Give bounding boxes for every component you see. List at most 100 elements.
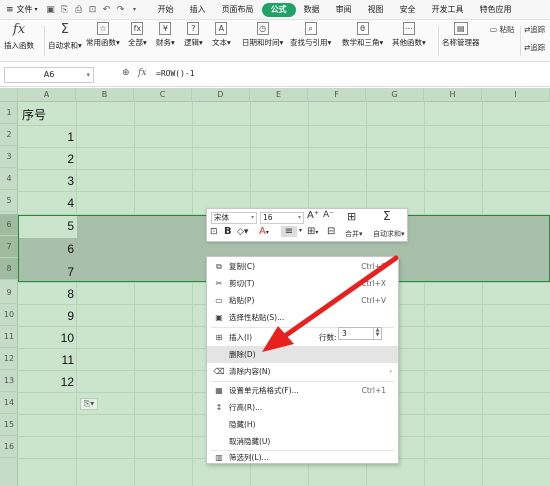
insert-rows-count-input[interactable]: 3 ▲ ▼ [338,327,382,340]
spinner-icon[interactable]: ▲ ▼ [373,328,381,339]
tab-review[interactable]: 审阅 [328,0,360,20]
row-header[interactable]: 16 [0,436,18,458]
finance-button[interactable]: ¥ 财务▾ [156,22,175,48]
merge-cells-icon[interactable]: ⊞ [347,210,356,223]
column-header-g[interactable]: G [366,88,424,102]
column-header-i[interactable]: I [482,88,550,102]
print-icon[interactable]: ⎙ [74,5,84,15]
math-button[interactable]: θ 数学和三角▾ [342,22,383,48]
row-header[interactable]: 10 [0,304,18,326]
menu-item-clear-contents[interactable]: ⌫ 清除内容(N) › [207,363,398,380]
cell-a2[interactable]: 1 [54,130,74,144]
font-family-select[interactable]: 宋体 ▾ [211,212,257,224]
column-header-h[interactable]: H [424,88,482,102]
insert-function-button[interactable]: fx 插入函数 [4,22,34,51]
row-header[interactable]: 1 [0,102,18,124]
file-menu[interactable]: ≡ 文件 ▾ [0,4,42,15]
logic-button[interactable]: ? 逻辑▾ [184,22,203,48]
tab-data[interactable]: 数据 [296,0,328,20]
tab-view[interactable]: 视图 [360,0,392,20]
format-painter-icon[interactable]: ⊡ [210,227,218,237]
row-header[interactable]: 15 [0,414,18,436]
redo-icon[interactable]: ↷ [116,5,126,15]
menu-item-row-height[interactable]: ↕ 行高(R)... [207,399,398,416]
row-header[interactable]: 9 [0,282,18,304]
fx-label[interactable]: fx [138,68,146,78]
row-header[interactable]: 6 [0,214,18,236]
print-preview-icon[interactable]: ⊡ [88,5,98,15]
lookup-button[interactable]: ⌕ 查找与引用▾ [290,22,331,48]
tab-special-apps[interactable]: 特色应用 [472,0,520,20]
tab-page-layout[interactable]: 页面布局 [214,0,262,20]
tab-home[interactable]: 开始 [150,0,182,20]
formula-input[interactable]: =ROW()-1 [156,69,195,78]
menu-item-paste-special[interactable]: ▣ 选择性粘贴(S)... [207,309,398,326]
cell-a1[interactable]: 序号 [22,106,46,123]
autosum-button[interactable]: Σ 自动求和▾ [48,22,82,51]
menu-item-paste[interactable]: ▭ 粘贴(P) Ctrl+V [207,292,398,309]
cell-a10[interactable]: 9 [54,309,74,323]
borders-icon[interactable]: ⊞▾ [307,226,318,237]
chevron-down-icon[interactable]: ▾ [130,5,140,15]
column-header-c[interactable]: C [134,88,192,102]
cell-a6[interactable]: 5 [54,219,74,233]
cell-a5[interactable]: 4 [54,196,74,210]
cell-a9[interactable]: 8 [54,287,74,301]
autosum-mini-button[interactable]: 自动求和▾ [373,229,405,239]
row-header[interactable]: 13 [0,370,18,392]
column-header-f[interactable]: F [308,88,366,102]
datetime-button[interactable]: ◷ 日期和时间▾ [242,22,283,48]
paste-options-icon[interactable]: ⎘▾ [80,398,98,410]
bold-icon[interactable]: B [224,226,232,237]
menu-item-format-cells[interactable]: ▦ 设置单元格格式(F)... Ctrl+1 [207,382,398,399]
row-header[interactable]: 3 [0,146,18,168]
common-functions-button[interactable]: ☆ 常用函数▾ [86,22,120,48]
cell-a11[interactable]: 10 [54,331,74,345]
font-color-icon[interactable]: A▾ [259,226,269,237]
column-header-e[interactable]: E [250,88,308,102]
row-header[interactable]: 12 [0,348,18,370]
sigma-icon[interactable]: Σ [383,209,391,223]
export-icon[interactable]: ⎘ [60,5,70,15]
tab-security[interactable]: 安全 [392,0,424,20]
column-header-a[interactable]: A [18,88,76,102]
tab-insert[interactable]: 插入 [182,0,214,20]
row-header[interactable]: 14 [0,392,18,414]
menu-item-hide[interactable]: 隐藏(H) [207,416,398,433]
text-functions-button[interactable]: A 文本▾ [212,22,231,48]
decrease-font-icon[interactable]: A⁻ [323,210,334,220]
row-header[interactable]: 7 [0,236,18,258]
insert-rows-icon[interactable]: ⊟ [327,226,335,237]
merge-button[interactable]: 合并▾ [345,229,363,239]
increase-font-icon[interactable]: A⁺ [307,210,319,221]
zoom-icon[interactable]: ⊕ [122,68,130,78]
column-header-d[interactable]: D [192,88,250,102]
all-functions-button[interactable]: fx 全部▾ [128,22,147,48]
cell-a4[interactable]: 3 [54,174,74,188]
select-all-corner[interactable] [0,88,18,102]
row-header[interactable]: 4 [0,168,18,190]
menu-item-delete[interactable]: 删除(D) [207,346,398,363]
tab-formulas[interactable]: 公式 [261,2,296,17]
cell-a13[interactable]: 12 [54,375,74,389]
cell-a3[interactable]: 2 [54,152,74,166]
menu-item-copy[interactable]: ⧉ 复制(C) Ctrl+C [207,258,398,275]
name-manager-button[interactable]: ▤ 名称管理器 [442,22,480,48]
paste-name-button[interactable]: ▭ 粘贴 [490,24,514,35]
menu-item-filter-column[interactable]: ▥ 筛选列(L)... [207,451,398,465]
trace-precedents-button[interactable]: ⇄追踪 [524,24,545,35]
menu-item-cut[interactable]: ✂ 剪切(T) Ctrl+X [207,275,398,292]
menu-item-unhide[interactable]: 取消隐藏(U) [207,433,398,450]
align-center-icon[interactable]: ≡ [281,226,297,237]
chevron-down-icon[interactable]: ▾ [299,227,302,234]
trace-dependents-button[interactable]: ⇄追踪 [524,42,545,53]
cell-a8[interactable]: 7 [54,265,74,279]
column-header-b[interactable]: B [76,88,134,102]
tab-developer[interactable]: 开发工具 [424,0,472,20]
name-box[interactable]: A6 ▾ [4,67,94,83]
save-icon[interactable]: ▣ [46,5,56,15]
row-header[interactable]: 2 [0,124,18,146]
row-header[interactable]: 5 [0,190,18,212]
row-header[interactable]: 8 [0,258,18,280]
font-size-select[interactable]: 16 ▾ [260,212,304,224]
